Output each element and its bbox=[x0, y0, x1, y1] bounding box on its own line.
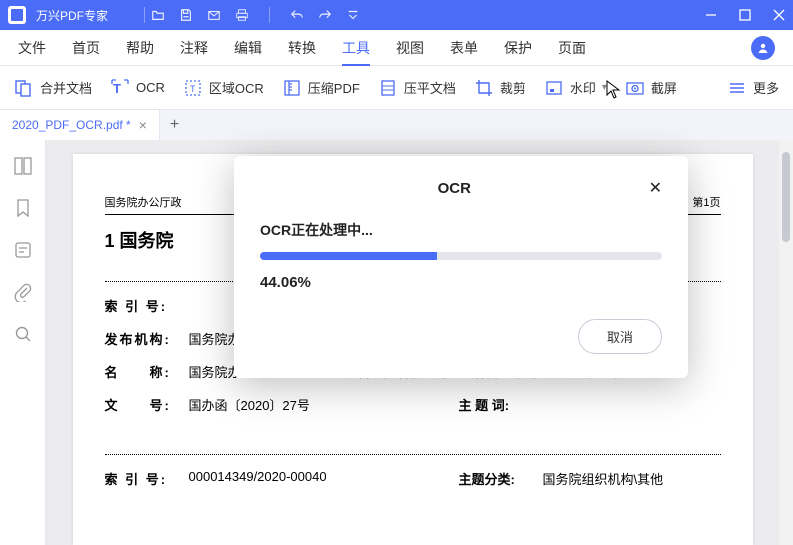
tool-flatten-label: 压平文档 bbox=[404, 78, 456, 97]
crop-icon bbox=[474, 78, 494, 98]
svg-text:T: T bbox=[190, 84, 196, 94]
menu-comment[interactable]: 注释 bbox=[180, 38, 208, 58]
ocr-progress-modal: OCR ✕ OCR正在处理中... 44.06% 取消 bbox=[234, 156, 688, 378]
tool-screenshot-label: 截屏 bbox=[651, 78, 677, 97]
flatten-icon bbox=[378, 78, 398, 98]
menubar: 文件 首页 帮助 注释 编辑 转换 工具 视图 表单 保护 页面 bbox=[0, 30, 793, 66]
undo-icon[interactable] bbox=[290, 8, 304, 22]
thumbnails-icon[interactable] bbox=[13, 156, 33, 176]
progress-bar bbox=[260, 252, 662, 260]
page-header-left: 国务院办公厅政 bbox=[105, 194, 182, 210]
progress-percent: 44.06% bbox=[260, 274, 662, 291]
menu-convert[interactable]: 转换 bbox=[288, 38, 316, 58]
side-panel bbox=[0, 140, 46, 545]
attachment-icon[interactable] bbox=[13, 282, 33, 302]
svg-text:T: T bbox=[113, 81, 121, 96]
docno-label: 文 号: bbox=[105, 395, 189, 414]
minimize-icon[interactable] bbox=[705, 9, 717, 21]
app-name: 万兴PDF专家 bbox=[36, 7, 108, 24]
tool-watermark[interactable]: 水印▾ bbox=[544, 78, 607, 98]
tab-title: 2020_PDF_OCR.pdf * bbox=[12, 118, 131, 132]
progress-fill bbox=[260, 252, 437, 260]
index2-value: 000014349/2020-00040 bbox=[189, 469, 419, 488]
page-header-right: 第1页 bbox=[692, 194, 720, 210]
cat-label: 主题分类: bbox=[459, 469, 543, 488]
titlebar: 万兴PDF专家 bbox=[0, 0, 793, 30]
tool-crop[interactable]: 裁剪 bbox=[474, 78, 526, 98]
menu-file[interactable]: 文件 bbox=[18, 38, 46, 58]
issuer-label: 发布机构: bbox=[105, 329, 189, 348]
more-icon bbox=[727, 78, 747, 98]
tool-more-label: 更多 bbox=[753, 78, 779, 97]
menu-protect[interactable]: 保护 bbox=[504, 38, 532, 58]
menu-view[interactable]: 视图 bbox=[396, 38, 424, 58]
index2-label: 索 引 号: bbox=[105, 469, 189, 488]
tab-close-icon[interactable]: × bbox=[139, 117, 147, 133]
index-label: 索 引 号: bbox=[105, 296, 189, 315]
dropdown-icon[interactable] bbox=[346, 8, 360, 22]
tool-merge-label: 合并文档 bbox=[40, 78, 92, 97]
docno-value: 国办函〔2020〕27号 bbox=[189, 395, 419, 414]
menu-tools[interactable]: 工具 bbox=[342, 38, 370, 66]
tab-add-button[interactable]: + bbox=[160, 116, 189, 134]
menu-home[interactable]: 首页 bbox=[72, 38, 100, 58]
watermark-icon bbox=[544, 78, 564, 98]
tool-merge[interactable]: 合并文档 bbox=[14, 78, 92, 98]
mail-icon[interactable] bbox=[207, 8, 221, 22]
ocr-icon: T bbox=[110, 78, 130, 98]
maximize-icon[interactable] bbox=[739, 9, 751, 21]
vertical-scrollbar[interactable] bbox=[779, 140, 793, 545]
toolbar: 合并文档 T OCR T 区域OCR 压缩PDF 压平文档 裁剪 水印▾ 截屏 更多 bbox=[0, 66, 793, 110]
document-tab[interactable]: 2020_PDF_OCR.pdf * × bbox=[0, 110, 160, 140]
menu-page[interactable]: 页面 bbox=[558, 38, 586, 58]
close-window-icon[interactable] bbox=[773, 9, 785, 21]
name-label: 名 称: bbox=[105, 362, 189, 381]
tool-screenshot[interactable]: 截屏 bbox=[625, 78, 677, 98]
menu-help[interactable]: 帮助 bbox=[126, 38, 154, 58]
menu-form[interactable]: 表单 bbox=[450, 38, 478, 58]
user-avatar-icon[interactable] bbox=[751, 36, 775, 60]
redo-icon[interactable] bbox=[318, 8, 332, 22]
print-icon[interactable] bbox=[235, 8, 249, 22]
cat-value: 国务院组织机构\其他 bbox=[543, 469, 664, 488]
tool-flatten[interactable]: 压平文档 bbox=[378, 78, 456, 98]
screenshot-icon bbox=[625, 78, 645, 98]
merge-icon bbox=[14, 78, 34, 98]
scrollbar-thumb[interactable] bbox=[782, 152, 790, 242]
tool-crop-label: 裁剪 bbox=[500, 78, 526, 97]
modal-status: OCR正在处理中... bbox=[260, 220, 662, 240]
tool-watermark-label: 水印 bbox=[570, 78, 596, 97]
comment-icon[interactable] bbox=[13, 240, 33, 260]
tool-area-ocr[interactable]: T 区域OCR bbox=[183, 78, 264, 98]
tool-area-ocr-label: 区域OCR bbox=[209, 78, 264, 97]
area-ocr-icon: T bbox=[183, 78, 203, 98]
compress-icon bbox=[282, 78, 302, 98]
app-logo-icon bbox=[8, 6, 26, 24]
modal-title: OCR bbox=[260, 180, 649, 197]
save-icon[interactable] bbox=[179, 8, 193, 22]
tool-ocr-label: OCR bbox=[136, 80, 165, 95]
tool-ocr[interactable]: T OCR bbox=[110, 78, 165, 98]
tool-more[interactable]: 更多 bbox=[727, 78, 779, 98]
bookmark-icon[interactable] bbox=[13, 198, 33, 218]
subject-label: 主 题 词: bbox=[459, 395, 543, 414]
tool-compress-label: 压缩PDF bbox=[308, 78, 360, 97]
cancel-button[interactable]: 取消 bbox=[578, 319, 662, 354]
tabbar: 2020_PDF_OCR.pdf * × + bbox=[0, 110, 793, 140]
open-icon[interactable] bbox=[151, 8, 165, 22]
tool-compress[interactable]: 压缩PDF bbox=[282, 78, 360, 98]
search-icon[interactable] bbox=[13, 324, 33, 344]
modal-close-icon[interactable]: ✕ bbox=[649, 178, 662, 198]
menu-edit[interactable]: 编辑 bbox=[234, 38, 262, 58]
